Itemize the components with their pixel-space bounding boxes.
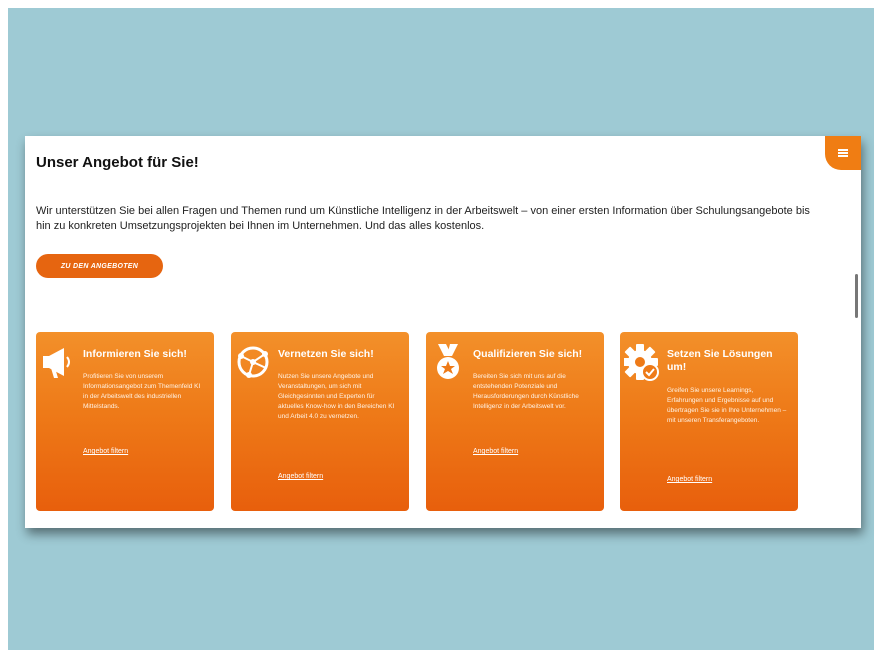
card-title: Qualifizieren Sie sich! [473, 348, 583, 360]
card-description: Bereiten Sie sich mit uns auf die entste… [473, 373, 579, 410]
section-title: Unser Angebot für Sie! [36, 154, 199, 171]
card-loesungen: Setzen Sie Lösungen um! Greifen Sie unse… [620, 332, 798, 511]
megaphone-icon [43, 348, 70, 378]
card-title: Vernetzen Sie sich! [278, 348, 374, 360]
card-link[interactable]: Angebot filtern [83, 448, 128, 455]
network-globe-icon [237, 346, 269, 378]
card-description: Nutzen Sie unsere Angebote und Veranstal… [278, 373, 395, 420]
gear-check-icon [624, 344, 659, 381]
scrollbar[interactable] [855, 274, 858, 318]
medal-icon [437, 344, 459, 379]
card-link[interactable]: Angebot filtern [278, 473, 323, 480]
section-intro: Wir unterstützen Sie bei allen Fragen un… [36, 205, 810, 232]
hamburger-icon [838, 148, 848, 159]
card-title: Setzen Sie Lösungen um! [667, 348, 773, 373]
card-description: Greifen Sie unsere Learnings, Erfahrunge… [667, 387, 787, 424]
offers-button[interactable]: Zu den Angeboten [36, 254, 163, 278]
card-informieren: Informieren Sie sich! Profitieren Sie vo… [36, 332, 214, 511]
card-qualifizieren: Qualifizieren Sie sich! Bereiten Sie sic… [426, 332, 604, 511]
card-vernetzen: Vernetzen Sie sich! Nutzen Sie unsere An… [231, 332, 409, 511]
card-link[interactable]: Angebot filtern [667, 476, 712, 483]
card-link[interactable]: Angebot filtern [473, 448, 518, 455]
offer-section: Unser Angebot für Sie! Wir unterstützen … [25, 136, 861, 528]
card-title: Informieren Sie sich! [83, 348, 187, 360]
card-description: Profitieren Sie von unserem Informations… [83, 373, 201, 410]
menu-button[interactable] [825, 136, 861, 170]
